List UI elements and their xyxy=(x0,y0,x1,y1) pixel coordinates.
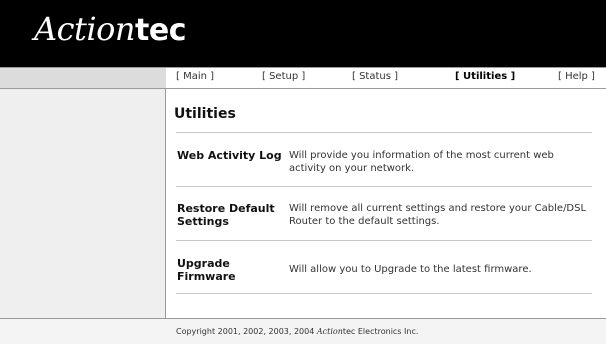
actiontec-logo: Action tec xyxy=(34,10,186,58)
main-content: Utilities Web Activity Log Will provide … xyxy=(167,89,606,318)
copyright-text: Copyright 2001, 2002, 2003, 2004 Actiont… xyxy=(176,327,418,336)
router-admin-page: Action tec [ Main ] [ Setup ] [ Status ] … xyxy=(0,0,606,344)
copyright-brand-script: Action xyxy=(316,327,343,336)
divider xyxy=(176,240,592,241)
header-bar: Action tec xyxy=(0,0,606,67)
restore-default-settings-description: Will remove all current settings and res… xyxy=(289,203,587,227)
nav-help[interactable]: [ Help ] xyxy=(558,71,595,82)
logo-bold-part: tec xyxy=(135,13,186,48)
footer-bar: Copyright 2001, 2002, 2003, 2004 Actiont… xyxy=(0,318,606,344)
nav-utilities[interactable]: [ Utilities ] xyxy=(455,71,515,82)
divider xyxy=(176,186,592,187)
logo-script-part: Action xyxy=(34,10,136,48)
copyright-brand-rest: tec Electronics Inc. xyxy=(342,327,419,336)
restore-default-settings-link[interactable]: Restore Default Settings xyxy=(177,202,277,228)
page-title: Utilities xyxy=(174,106,236,122)
left-sidebar xyxy=(0,89,166,318)
nav-setup[interactable]: [ Setup ] xyxy=(262,71,305,82)
nav-left-spacer xyxy=(0,68,166,88)
nav-bar: [ Main ] [ Setup ] [ Status ] [ Utilitie… xyxy=(0,67,606,89)
web-activity-log-link[interactable]: Web Activity Log xyxy=(177,149,289,162)
copyright-prefix: Copyright 2001, 2002, 2003, 2004 xyxy=(176,327,317,336)
nav-status[interactable]: [ Status ] xyxy=(352,71,398,82)
upgrade-firmware-link[interactable]: Upgrade Firmware xyxy=(177,257,247,283)
divider xyxy=(176,132,592,133)
web-activity-log-description: Will provide you information of the most… xyxy=(289,150,554,174)
divider xyxy=(176,293,592,294)
upgrade-firmware-description: Will allow you to Upgrade to the latest … xyxy=(289,264,532,275)
nav-main[interactable]: [ Main ] xyxy=(176,71,214,82)
